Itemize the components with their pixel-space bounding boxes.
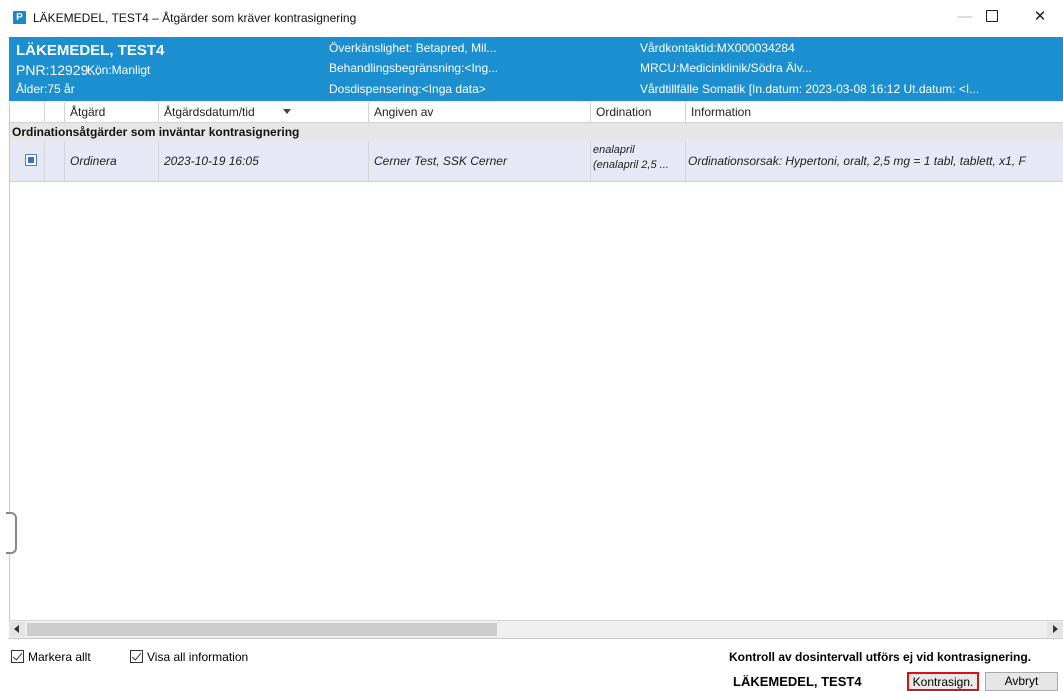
sort-descending-icon <box>283 109 291 114</box>
row-datum: 2023-10-19 16:05 <box>164 154 259 168</box>
treatment-limitation-info[interactable]: Behandlingsbegränsning:<Ing... <box>329 61 498 75</box>
care-contact-id: Vårdkontaktid:MX000034284 <box>640 41 795 55</box>
horizontal-scrollbar[interactable] <box>9 620 1063 638</box>
row-ordination-cell: enalapril (enalapril 2,5 ... <box>591 141 686 181</box>
select-all-label: Markera allt <box>28 650 91 664</box>
column-header-blank[interactable] <box>45 102 65 122</box>
row-atgard: Ordinera <box>70 154 117 168</box>
column-header-row: Åtgärd Åtgärdsdatum/tid Angiven av Ordin… <box>10 102 1063 123</box>
close-button[interactable]: ✕ <box>1022 4 1058 30</box>
row-ordination-drug: enalapril <box>593 144 635 156</box>
side-panel-handle[interactable] <box>6 512 17 554</box>
table-row[interactable]: Ordinera 2023-10-19 16:05 Cerner Test, S… <box>10 141 1063 182</box>
row-checkbox[interactable] <box>25 154 37 166</box>
row-blank-cell <box>45 141 65 181</box>
cancel-button[interactable]: Avbryt <box>985 672 1058 691</box>
group-header[interactable]: Ordinationsåtgärder som inväntar kontras… <box>10 123 1063 141</box>
countersign-button[interactable]: Kontrasign. <box>907 672 979 691</box>
row-information: Ordinationsorsak: Hypertoni, oralt, 2,5 … <box>688 154 1026 168</box>
column-header-datum[interactable]: Åtgärdsdatum/tid <box>159 102 369 122</box>
maximize-icon <box>986 10 998 23</box>
row-ordination-detail: (enalapril 2,5 ... <box>593 159 669 171</box>
footer-patient-name: LÄKEMEDEL, TEST4 <box>733 674 862 689</box>
patient-name: LÄKEMEDEL, TEST4 <box>16 42 165 59</box>
row-angiven-av-cell: Cerner Test, SSK Cerner <box>369 141 591 181</box>
patient-header: LÄKEMEDEL, TEST4 PNR:12929... Kön:Manlig… <box>9 37 1063 101</box>
show-all-info-checkbox[interactable]: Visa all information <box>130 650 270 666</box>
dose-interval-note: Kontroll av dosintervall utförs ej vid k… <box>729 650 1032 664</box>
actions-grid: Åtgärd Åtgärdsdatum/tid Angiven av Ordin… <box>9 102 1063 639</box>
row-angiven-av: Cerner Test, SSK Cerner <box>374 154 507 168</box>
column-header-select[interactable] <box>10 102 45 122</box>
column-header-angiven-av[interactable]: Angiven av <box>369 102 591 122</box>
show-all-info-check-icon <box>130 650 143 663</box>
app-logo-icon: P <box>13 11 26 24</box>
show-all-info-label: Visa all information <box>147 650 249 664</box>
row-datum-cell: 2023-10-19 16:05 <box>159 141 369 181</box>
scroll-left-button[interactable] <box>9 622 25 637</box>
window-titlebar: P LÄKEMEDEL, TEST4 – Åtgärder som kräver… <box>0 0 1063 34</box>
patient-age: Ålder:75 år <box>16 82 75 96</box>
allergy-info[interactable]: Överkänslighet: Betapred, Mil... <box>329 41 496 55</box>
mrcu-info: MRCU:Medicinklinik/Södra Älv... <box>640 61 812 75</box>
dose-dispensing-info[interactable]: Dosdispensering:<Inga data> <box>329 82 486 96</box>
select-all-check-icon <box>11 650 24 663</box>
column-header-atgard[interactable]: Åtgärd <box>65 102 159 122</box>
care-episode-info: Vårdtillfälle Somatik [In.datum: 2023-03… <box>640 82 980 96</box>
window-title: LÄKEMEDEL, TEST4 – Åtgärder som kräver k… <box>33 11 357 25</box>
column-header-information[interactable]: Information <box>686 102 1063 122</box>
select-all-checkbox[interactable]: Markera allt <box>11 650 116 666</box>
row-information-cell: Ordinationsorsak: Hypertoni, oralt, 2,5 … <box>686 141 1063 181</box>
row-atgard-cell: Ordinera <box>65 141 159 181</box>
column-header-datum-label: Åtgärdsdatum/tid <box>164 105 255 119</box>
maximize-button[interactable] <box>974 4 1010 30</box>
scrollbar-thumb[interactable] <box>27 623 497 636</box>
row-select-cell[interactable] <box>10 141 45 181</box>
column-header-ordination[interactable]: Ordination <box>591 102 686 122</box>
patient-gender: Kön:Manligt <box>87 63 151 77</box>
scroll-right-button[interactable] <box>1047 622 1063 637</box>
